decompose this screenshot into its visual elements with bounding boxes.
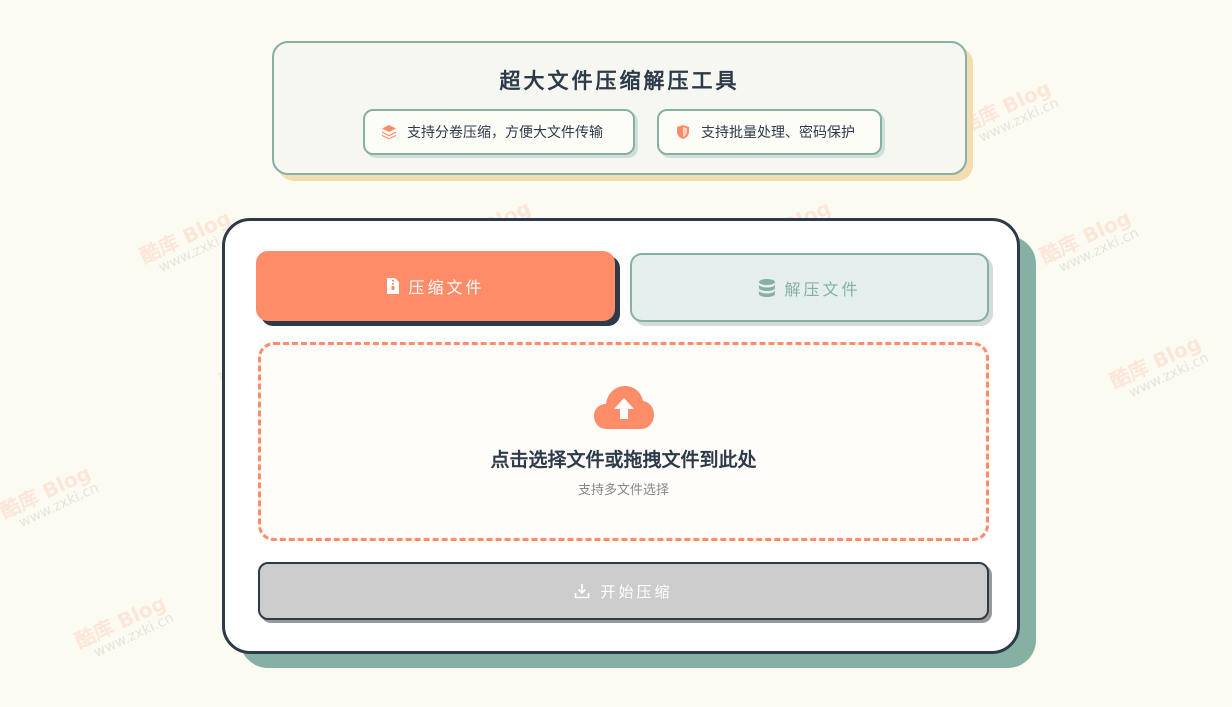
start-compress-button[interactable]: 开始压缩 [258,562,989,620]
tab-decompress-label: 解压文件 [784,279,861,299]
watermark: 酷库 Blogwww.zxki.cn [1036,205,1142,276]
feature-label: 支持分卷压缩，方便大文件传输 [407,125,603,141]
cloud-upload-icon [593,385,655,431]
file-dropzone[interactable]: 点击选择文件或拖拽文件到此处 支持多文件选择 [258,342,989,541]
download-icon [574,583,590,599]
watermark: 酷库 Blogwww.zxki.cn [1106,330,1212,401]
watermark: 酷库 Blogwww.zxki.cn [71,590,177,661]
tab-decompress[interactable]: 解压文件 [630,253,989,322]
page-title: 超大文件压缩解压工具 [499,68,740,93]
main-card: 压缩文件 解压文件 点击选择文件或拖拽文件到此处 支持多文件选择 开始压缩 [222,218,1020,654]
header-card: 超大文件压缩解压工具 支持分卷压缩，方便大文件传输 支持批量处理、密码保护 [272,41,967,175]
database-icon [758,278,776,298]
feature-pill-split-volume: 支持分卷压缩，方便大文件传输 [363,109,635,155]
dropzone-subtitle: 支持多文件选择 [577,483,669,498]
dropzone-title: 点击选择文件或拖拽文件到此处 [490,449,757,471]
feature-label: 支持批量处理、密码保护 [701,125,855,141]
tab-compress[interactable]: 压缩文件 [256,251,615,321]
start-compress-label: 开始压缩 [600,582,673,601]
shield-icon [675,124,691,140]
zip-file-icon [386,277,400,295]
watermark: 酷库 Blogwww.zxki.cn [0,460,102,531]
feature-pill-batch-password: 支持批量处理、密码保护 [657,109,882,155]
watermark: 酷库 Blogwww.zxki.cn [956,75,1062,146]
layers-icon [381,124,397,140]
tab-compress-label: 压缩文件 [408,278,485,297]
